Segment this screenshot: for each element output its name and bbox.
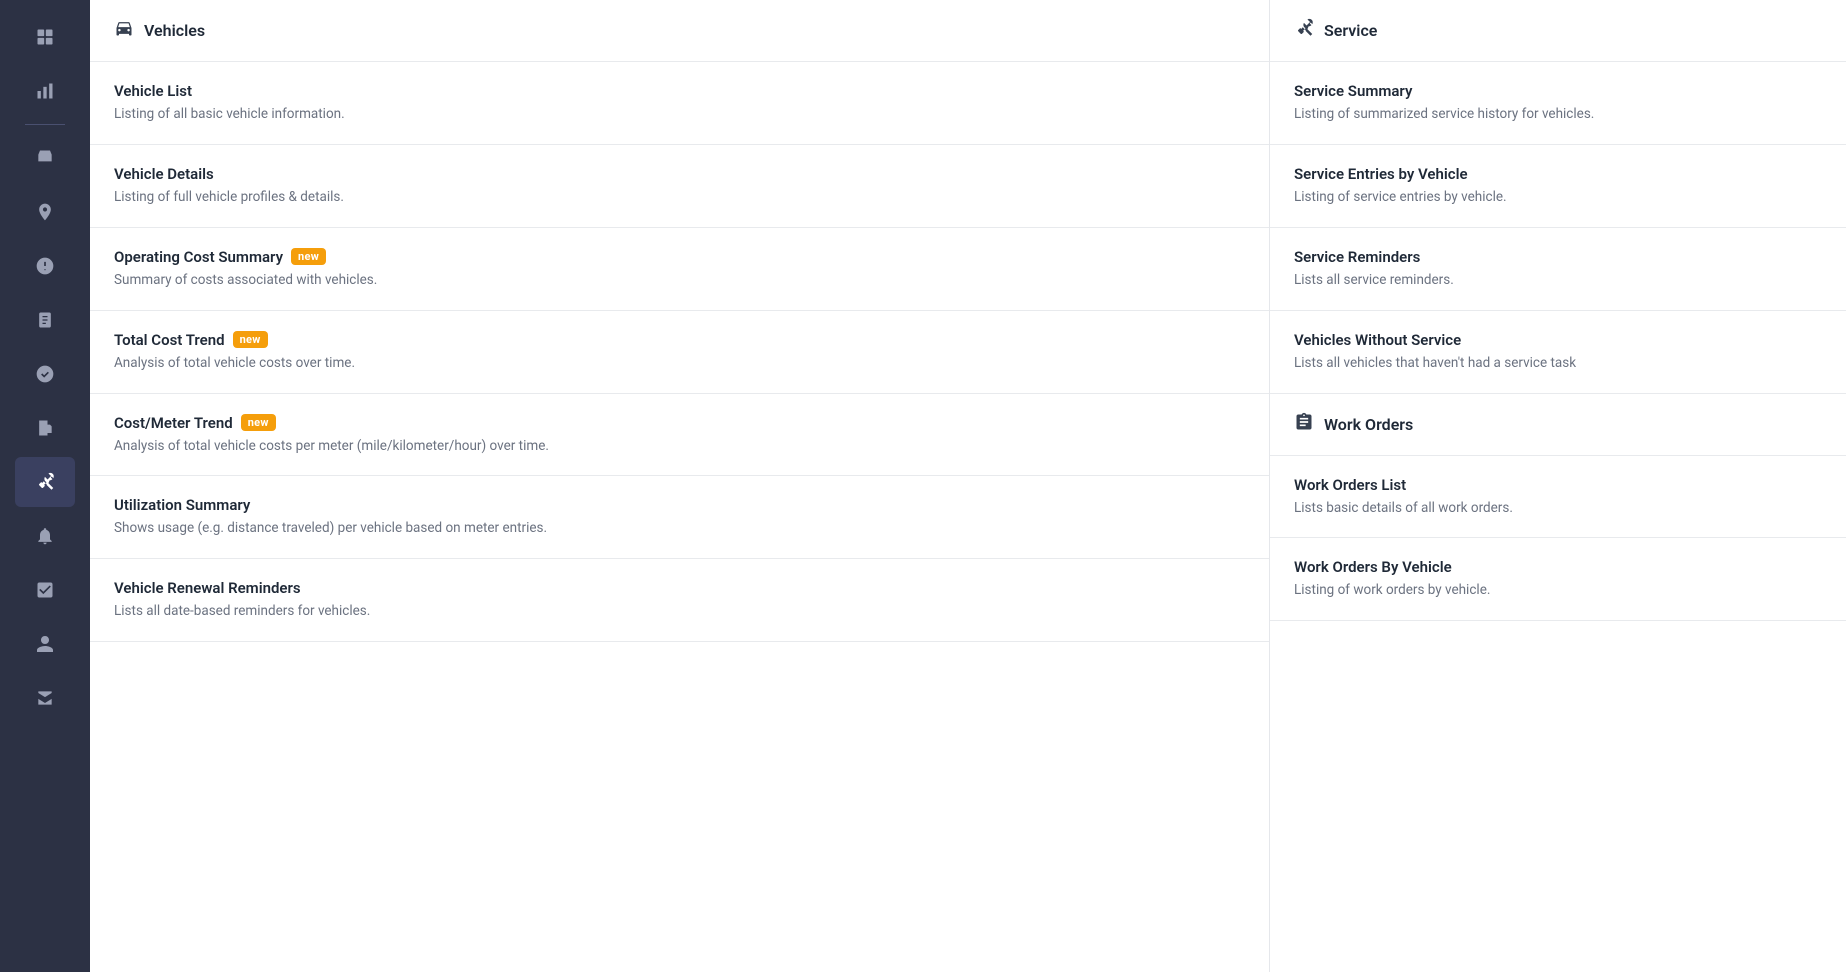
- left-panel: Vehicles Vehicle List Listing of all basi…: [90, 0, 1270, 972]
- right-report2-item[interactable]: Work Orders By Vehicle Listing of work or…: [1270, 538, 1846, 621]
- report-desc: Listing of summarized service history fo…: [1294, 105, 1822, 124]
- right-reports2-container: Work Orders List Lists basic details of a…: [1270, 456, 1846, 622]
- report-desc: Lists all date-based reminders for vehic…: [114, 602, 1245, 621]
- left-report-item[interactable]: Utilization Summary Shows usage (e.g. dis…: [90, 476, 1269, 559]
- left-report-item[interactable]: Total Cost Trendnew Analysis of total veh…: [90, 311, 1269, 394]
- sidebar-item-fuel[interactable]: [15, 403, 75, 453]
- report-title: Work Orders By Vehicle: [1294, 558, 1822, 576]
- clipboard-icon: [1294, 412, 1314, 437]
- vehicles-section-header: Vehicles: [90, 0, 1269, 62]
- sidebar-item-service[interactable]: [15, 457, 75, 507]
- report-desc: Listing of service entries by vehicle.: [1294, 188, 1822, 207]
- report-title: Work Orders List: [1294, 476, 1822, 494]
- report-title: Service Reminders: [1294, 248, 1822, 266]
- sidebar: [0, 0, 90, 972]
- vehicles-section-title: Vehicles: [144, 21, 205, 40]
- right-report-item[interactable]: Service Reminders Lists all service remin…: [1270, 228, 1846, 311]
- sidebar-item-user[interactable]: [15, 619, 75, 669]
- sidebar-item-analytics[interactable]: [15, 66, 75, 116]
- report-title: Vehicle List: [114, 82, 1245, 100]
- right-report2-item[interactable]: Work Orders List Lists basic details of a…: [1270, 456, 1846, 539]
- left-report-item[interactable]: Vehicle Renewal Reminders Lists all date-…: [90, 559, 1269, 642]
- service-section-title: Service: [1324, 21, 1377, 40]
- new-badge: new: [291, 248, 326, 265]
- sidebar-item-map[interactable]: [15, 187, 75, 237]
- sidebar-item-checklist[interactable]: [15, 565, 75, 615]
- report-desc: Listing of all basic vehicle information…: [114, 105, 1245, 124]
- report-desc: Lists basic details of all work orders.: [1294, 499, 1822, 518]
- right-report-item[interactable]: Service Summary Listing of summarized ser…: [1270, 62, 1846, 145]
- report-title: Cost/Meter Trendnew: [114, 414, 1245, 432]
- sidebar-item-store[interactable]: [15, 673, 75, 723]
- report-desc: Lists all service reminders.: [1294, 271, 1822, 290]
- wrench-icon: [1294, 18, 1314, 43]
- report-title: Vehicles Without Service: [1294, 331, 1822, 349]
- main-content: Vehicles Vehicle List Listing of all basi…: [90, 0, 1846, 972]
- report-title: Vehicle Details: [114, 165, 1245, 183]
- car-icon: [114, 18, 134, 43]
- report-title: Total Cost Trendnew: [114, 331, 1245, 349]
- report-desc: Shows usage (e.g. distance traveled) per…: [114, 519, 1245, 538]
- report-title: Service Entries by Vehicle: [1294, 165, 1822, 183]
- left-report-item[interactable]: Operating Cost Summarynew Summary of cost…: [90, 228, 1269, 311]
- work-orders-section-title: Work Orders: [1324, 415, 1413, 434]
- left-reports-container: Vehicle List Listing of all basic vehicle…: [90, 62, 1269, 642]
- sidebar-item-check[interactable]: [15, 349, 75, 399]
- right-report-item[interactable]: Vehicles Without Service Lists all vehicl…: [1270, 311, 1846, 394]
- sidebar-item-dashboard[interactable]: [15, 12, 75, 62]
- left-report-item[interactable]: Vehicle Details Listing of full vehicle p…: [90, 145, 1269, 228]
- service-section-header: Service: [1270, 0, 1846, 62]
- right-reports-container: Service Summary Listing of summarized ser…: [1270, 62, 1846, 394]
- report-desc: Analysis of total vehicle costs over tim…: [114, 354, 1245, 373]
- left-report-item[interactable]: Vehicle List Listing of all basic vehicle…: [90, 62, 1269, 145]
- work-orders-section-header: Work Orders: [1270, 394, 1846, 456]
- sidebar-item-vehicles[interactable]: [15, 133, 75, 183]
- sidebar-divider: [25, 124, 65, 125]
- report-desc: Lists all vehicles that haven't had a se…: [1294, 354, 1822, 373]
- right-report-item[interactable]: Service Entries by Vehicle Listing of ser…: [1270, 145, 1846, 228]
- report-desc: Analysis of total vehicle costs per mete…: [114, 437, 1245, 456]
- sidebar-item-tasks[interactable]: [15, 295, 75, 345]
- sidebar-item-bell[interactable]: [15, 511, 75, 561]
- report-desc: Summary of costs associated with vehicle…: [114, 271, 1245, 290]
- report-desc: Listing of full vehicle profiles & detai…: [114, 188, 1245, 207]
- sidebar-item-alerts[interactable]: [15, 241, 75, 291]
- report-title: Service Summary: [1294, 82, 1822, 100]
- report-title: Utilization Summary: [114, 496, 1245, 514]
- report-desc: Listing of work orders by vehicle.: [1294, 581, 1822, 600]
- report-title: Vehicle Renewal Reminders: [114, 579, 1245, 597]
- new-badge: new: [241, 414, 276, 431]
- new-badge: new: [233, 331, 268, 348]
- right-panel: Service Service Summary Listing of summar…: [1270, 0, 1846, 972]
- left-report-item[interactable]: Cost/Meter Trendnew Analysis of total veh…: [90, 394, 1269, 477]
- report-title: Operating Cost Summarynew: [114, 248, 1245, 266]
